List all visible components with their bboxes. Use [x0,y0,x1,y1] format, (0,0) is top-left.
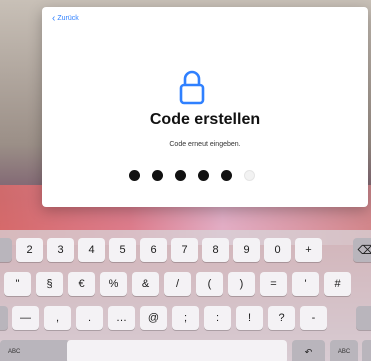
key-label: … [116,312,127,324]
number-row-key[interactable]: 8 [202,238,229,262]
key-label: % [108,278,119,290]
passcode-dot [244,170,255,181]
key-label: , [55,312,60,324]
passcode-dot [198,170,209,181]
key-label: 4 [88,244,95,256]
symbol-row-key[interactable]: % [100,272,127,296]
abc-key-left[interactable]: ABC [0,340,70,361]
punctuation-row-key[interactable]: ! [236,306,263,330]
key-label: § [46,278,53,290]
punctuation-row-key[interactable]: - [300,306,327,330]
symbol-row-key[interactable]: # [324,272,351,296]
delete-icon: ⌫ [357,243,371,257]
symbol-row-key[interactable]: ( [196,272,223,296]
key-label: - [311,312,316,324]
passcode-dialog: ‹ Zurück Code erstellen Code erneut eing… [42,7,368,207]
key-label: @ [147,312,160,324]
punctuation-row-key[interactable]: . [76,306,103,330]
number-row-key[interactable]: 9 [233,238,260,262]
undo-icon: ↶ [304,346,313,357]
symbol-row-key[interactable]: & [132,272,159,296]
symbol-row-key[interactable]: ) [228,272,255,296]
delete-key[interactable]: ⌫ [353,238,371,262]
key-label: 5 [119,244,126,256]
undo-key[interactable]: ↶ [292,340,325,361]
symbol-row-key[interactable]: ' [292,272,319,296]
punctuation-row-key[interactable]: ? [268,306,295,330]
symbol-row-key[interactable]: " [4,272,31,296]
passcode-dot [221,170,232,181]
key-edge-left-3[interactable] [0,306,8,330]
key-label: 3 [57,244,64,256]
punctuation-row-key[interactable]: , [44,306,71,330]
key-label: — [20,312,31,324]
keyboard: 2 3 4 5 6 7 8 9 0 + ⌫ " § €% & /() = ' # —,.… @;:!? - ABC … [0,230,371,361]
key-label: . [87,312,92,324]
key-label: ' [304,278,307,290]
key-label: " [15,278,20,290]
key-label: : [215,312,220,324]
number-row-key[interactable]: + [295,238,322,262]
key-label: ) [239,278,244,290]
keyboard-edge-right[interactable] [362,340,371,361]
key-label: 8 [212,244,219,256]
punctuation-row-key[interactable]: — [12,306,39,330]
passcode-dot [175,170,186,181]
key-edge-right-3[interactable] [356,306,371,330]
key-label: 0 [274,244,281,256]
instruction-text: Code erneut eingeben. [169,141,241,148]
key-label: ( [207,278,212,290]
abc-label-left: ABC [8,349,21,355]
punctuation-row-key[interactable]: … [108,306,135,330]
key-label: ? [278,312,285,324]
key-label: ! [247,312,252,324]
page-title: Code erstellen [149,111,261,128]
key-label: € [78,278,85,290]
number-row-key[interactable]: 6 [140,238,167,262]
abc-key-right[interactable]: ABC [330,340,358,361]
symbol-row-key[interactable]: € [68,272,95,296]
passcode-dots [129,170,255,181]
chevron-left-icon: ‹ [52,13,56,24]
symbol-row-key[interactable]: = [260,272,287,296]
punctuation-row-key[interactable]: ; [172,306,199,330]
punctuation-row-key[interactable]: : [204,306,231,330]
back-label: Zurück [57,15,79,22]
key-label: 6 [150,244,157,256]
symbol-row-key[interactable]: / [164,272,191,296]
key-label: 2 [26,244,33,256]
key-label: & [141,278,150,290]
lock-icon [179,70,205,105]
key-label: # [334,278,341,290]
key-label: ; [183,312,188,324]
number-row-key[interactable]: 3 [47,238,74,262]
space-key[interactable] [67,340,287,361]
key-label: + [305,244,312,256]
passcode-dot [129,170,140,181]
abc-label-right: ABC [337,349,351,355]
key-label: 7 [181,244,188,256]
key-label: 9 [243,244,250,256]
passcode-dot [152,170,163,181]
symbol-row-key[interactable]: § [36,272,63,296]
number-row-key[interactable]: 2 [16,238,43,262]
punctuation-row-key[interactable]: @ [140,306,167,330]
key-edge-left[interactable] [0,238,12,262]
back-button[interactable]: ‹ Zurück [52,13,79,24]
key-label: / [175,278,180,290]
number-row-key[interactable]: 0 [264,238,291,262]
number-row-key[interactable]: 4 [78,238,105,262]
number-row-key[interactable]: 5 [109,238,136,262]
key-label: = [270,278,277,290]
number-row-key[interactable]: 7 [171,238,198,262]
